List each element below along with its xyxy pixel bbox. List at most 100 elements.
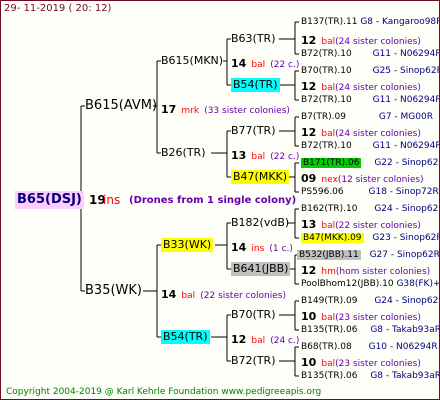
gen3-queen[interactable]: B70(TR) <box>231 308 276 322</box>
sisters: (33 sister colonies) <box>204 106 290 116</box>
leaf-origin: G24 - Sinop62R <box>374 204 440 214</box>
leaf-origin: G24 - Sinop62R <box>374 296 440 306</box>
leaf-row: B72(TR).10 G11 - N06294R <box>301 93 439 107</box>
sisters: (hom sister colonies) <box>335 267 431 277</box>
leaf-queen[interactable]: B162(TR).10 <box>301 204 357 214</box>
leaf-row: PS596.06 G18 - Sinop72R <box>301 185 439 199</box>
gen2-stats: 14 bal (22 c.) <box>231 55 299 72</box>
leaf-row: B135(TR).06 G8 - Takab93aR <box>301 323 440 337</box>
leaf-row: B137(TR).11 G8 - Kangaroo98R <box>301 15 440 29</box>
gen1-queen[interactable]: B615(AVM) <box>85 99 157 113</box>
leaf-queen[interactable]: PS596.06 <box>301 187 344 197</box>
leaf-queen[interactable]: B47(MKK).09 <box>301 233 364 243</box>
count: 10 <box>301 356 317 369</box>
sisters: (22 sister colonies) <box>200 291 286 301</box>
label: hm <box>321 267 336 277</box>
leaf-origin: G8 - Kangaroo98R <box>360 17 440 27</box>
gen1-stats: 14 bal (22 sister colonies) <box>161 286 286 303</box>
gen2-queen[interactable]: B26(TR) <box>161 146 206 160</box>
leaf-row: B149(TR).09 G24 - Sinop62R <box>301 294 440 308</box>
leaf-queen[interactable]: B72(TR).10 <box>301 49 352 59</box>
copyright-footer: Copyright 2004-2019 @ Karl Kehrle Founda… <box>6 387 322 397</box>
count: 14 <box>231 241 247 254</box>
leaf-queen[interactable]: B532(JBB).11 <box>297 250 361 260</box>
label: bal <box>251 336 266 346</box>
gen3-queen[interactable]: B182(vdB) <box>231 216 289 230</box>
leaf-row: B7(TR).09 G7 - MG00R <box>301 110 433 124</box>
sisters: (24 sister colonies) <box>335 83 421 93</box>
leaf-row: B68(TR).08 G10 - N06294R <box>301 340 438 354</box>
leaf-queen[interactable]: B149(TR).09 <box>301 296 357 306</box>
gen2-stats: 13 bal (22 c.) <box>231 147 299 164</box>
label: bal <box>321 37 336 47</box>
leaf-origin: G10 - N06294R <box>368 342 438 352</box>
leaf-row: B135(TR).06 G8 - Takab93aR <box>301 369 440 383</box>
leaf-queen[interactable]: B72(TR).10 <box>301 141 352 151</box>
gen2-queen[interactable]: B615(MKN) <box>161 54 223 68</box>
leaf-queen[interactable]: B135(TR).06 <box>301 325 357 335</box>
count: 12 <box>301 80 317 93</box>
leaf-origin: G11 - N06294R <box>372 49 440 59</box>
leaf-queen[interactable]: B171(TR).06 <box>301 158 362 168</box>
sisters: (12 sister colonies) <box>337 175 424 185</box>
count: 12 <box>301 264 317 277</box>
count: 12 <box>301 126 317 139</box>
leaf-queen[interactable]: B68(TR).08 <box>301 342 352 352</box>
gen3-queen[interactable]: B54(TR) <box>231 78 280 92</box>
leaf-row: B72(TR).10 G11 - N06294R <box>301 139 440 153</box>
leaf-queen[interactable]: PoolBhom12(JBB).10 <box>301 279 394 289</box>
leaf-queen[interactable]: B7(TR).09 <box>301 112 346 122</box>
leaf-queen[interactable]: B137(TR).11 <box>301 17 357 27</box>
root-note: (Drones from 1 single colony) <box>129 195 297 206</box>
leaf-queen[interactable]: B135(TR).06 <box>301 371 357 381</box>
count: 13 <box>231 149 247 162</box>
gen3-queen[interactable]: B63(TR) <box>231 32 276 46</box>
sisters: (23 sister colonies) <box>335 313 421 323</box>
leaf-origin: G27 - Sinop62R <box>369 250 440 260</box>
gen2-queen[interactable]: B33(WK) <box>161 238 214 252</box>
label: bal <box>251 152 266 162</box>
gen3-queen[interactable]: B641(JBB) <box>231 262 291 276</box>
leaf-origin: G25 - Sinop62R <box>372 66 440 76</box>
label: bal <box>321 83 336 93</box>
root-label: ins <box>103 193 121 207</box>
root-queen[interactable]: B65(DSJ) <box>15 191 84 209</box>
leaf-origin: G11 - N06294R <box>372 141 440 151</box>
label: bal <box>321 313 336 323</box>
leaf-origin: G38(FK)+3 <box>396 279 440 289</box>
gen3-queen[interactable]: B72(TR) <box>231 354 276 368</box>
count: 13 <box>301 218 317 231</box>
leaf-row: B47(MKK).09 G23 - Sinop62R <box>301 231 440 245</box>
sisters: (22 sister colonies) <box>335 221 421 231</box>
gen1-stats: 17 mrk (33 sister colonies) <box>161 101 290 118</box>
count: 12 <box>231 333 247 346</box>
leaf-origin: G8 - Takab93aR <box>370 325 440 335</box>
leaf-origin: G23 - Sinop62R <box>372 233 440 243</box>
leaf-queen[interactable]: B70(TR).10 <box>301 66 352 76</box>
leaf-row: B162(TR).10 G24 - Sinop62R <box>301 202 440 216</box>
label: bal <box>251 60 266 70</box>
label: bal <box>321 221 336 231</box>
count: 10 <box>301 310 317 323</box>
gen3-queen[interactable]: B77(TR) <box>231 124 276 138</box>
sisters: (24 c.) <box>270 336 300 346</box>
gen3-queen[interactable]: B47(MKK) <box>231 170 290 184</box>
gen2-queen[interactable]: B54(TR) <box>161 330 210 344</box>
gen1-queen[interactable]: B35(WK) <box>85 284 142 298</box>
label: mrk <box>181 106 200 116</box>
leaf-origin: G8 - Takab93aR <box>370 371 440 381</box>
label: bal <box>181 291 196 301</box>
count: 14 <box>231 57 247 70</box>
pedigree-frame: 29- 11-2019 ( 20: 12) B65(DSJ) 19 ins (D… <box>0 0 440 400</box>
sisters: (24 sister colonies) <box>335 129 421 139</box>
sisters: (22 c.) <box>270 60 300 70</box>
label: nex <box>321 175 338 185</box>
count: 14 <box>161 288 177 301</box>
sisters: (23 sister colonies) <box>335 359 421 369</box>
label: ins <box>251 244 265 254</box>
leaf-queen[interactable]: B72(TR).10 <box>301 95 352 105</box>
sisters: (1 c.) <box>269 244 293 254</box>
leaf-row: B171(TR).06 G22 - Sinop62R <box>301 156 439 170</box>
gen2-stats: 14 ins (1 c.) <box>231 239 293 256</box>
leaf-row: B70(TR).10 G25 - Sinop62R <box>301 64 440 78</box>
